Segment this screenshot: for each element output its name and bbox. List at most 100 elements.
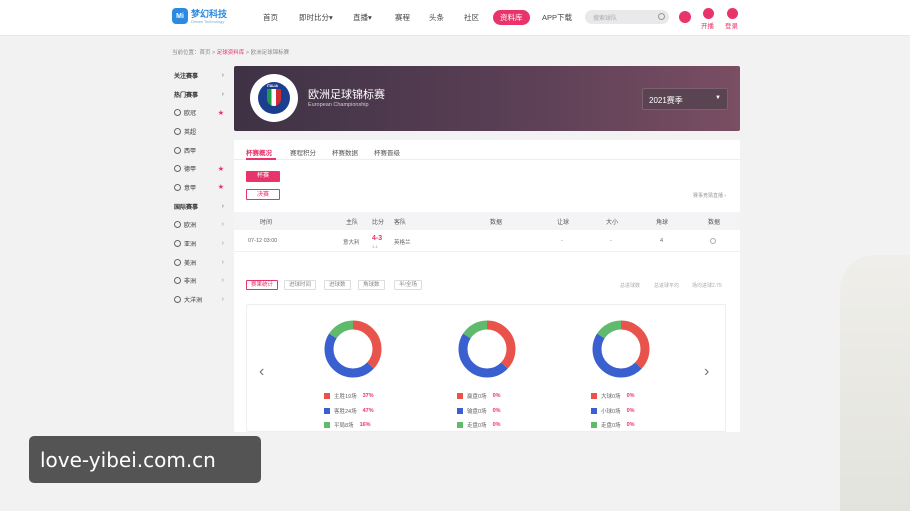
globe-icon [174,258,181,266]
chevron-right-icon: › [221,202,224,210]
legend-item: 主胜19场 37% [324,389,374,404]
result-legend: 主胜19场 37% 客胜24场 47% 平局8场 16% [324,389,374,433]
sidebar-item-europe[interactable]: 欧洲 › [168,216,228,235]
nav-live-score[interactable]: 即时比分▾ [299,12,333,23]
sidebar-item-followed[interactable]: 关注赛事 › [168,66,228,85]
login-link[interactable]: 登录 [725,20,738,30]
star-icon[interactable]: ★ [218,109,224,117]
go-live-link[interactable]: 开播 [701,20,714,30]
user-icon[interactable] [727,8,738,19]
nav-headlines[interactable]: 头条 [429,12,444,23]
stats-carousel: ‹ › 主胜19场 37% 客胜24场 47% 平局8场 16% 赢盘0场 0% 输盘0… [246,304,726,432]
league-logo-icon [174,127,181,135]
swatch-blue [324,407,330,414]
league-logo-icon [174,109,181,117]
watermark-text: love-yibei.com.cn [40,448,216,472]
nav-community[interactable]: 社区 [464,12,479,23]
stat-tab-ht-ft[interactable]: 半/全场 [394,280,423,290]
halftime-score: 1-1 [372,244,378,249]
stat-tab-goals[interactable]: 进球数 [324,280,351,290]
brand-name: 梦幻科技 [191,8,228,19]
sidebar-item-ucl[interactable]: 欧冠 ★ [168,103,228,122]
chevron-right-icon: › [221,296,224,304]
tab-schedule-standings[interactable]: 赛程积分 [290,147,316,157]
nav-database[interactable]: 资料库 [493,10,530,25]
league-logo-icon [174,183,181,191]
avg-goals-label: 总进球平均 [654,283,680,289]
background-player-image [840,255,910,511]
swatch-green [324,422,330,429]
active-tab-indicator [246,158,276,160]
away-team[interactable]: 英格兰 [394,238,411,246]
analysis-icon[interactable] [710,238,716,244]
home-team[interactable]: 意大利 [343,238,360,246]
breadcrumb-database-link[interactable]: 足球资料库 [217,50,245,56]
nav-home[interactable]: 首页 [263,12,278,23]
stat-tab-corners[interactable]: 角球数 [358,280,385,290]
nav-live[interactable]: 直播▾ [353,12,372,23]
tab-cup-stats[interactable]: 杯赛数据 [332,147,358,157]
sidebar-item-epl[interactable]: 英超 [168,122,228,141]
tab-cup-overview[interactable]: 杯赛概况 [246,147,272,157]
stage-cup-button[interactable]: 杯赛 [246,171,280,182]
carousel-prev-arrow-icon[interactable]: ‹ [259,363,264,381]
season-select[interactable]: 2021赛季 ▼ [642,88,728,110]
brand-subtitle: Dream Technology [191,18,225,24]
carousel-next-arrow-icon[interactable]: › [704,363,709,381]
globe-icon [174,221,181,229]
chevron-right-icon: › [221,240,224,248]
search-icon[interactable] [658,13,665,20]
over-under-legend: 大球0场 0% 小球0场 0% 走盘0场 0% [591,389,635,433]
chevron-right-icon: › [221,71,224,79]
over-under-donut-chart [592,320,650,378]
nav-app-download[interactable]: APP下载 [542,12,572,23]
top-navbar: Mi 梦幻科技 Dream Technology 首页 即时比分▾ 直播▾ 赛程… [0,0,910,36]
star-icon[interactable]: ★ [218,183,224,191]
table-row[interactable]: 07-12 03:00 意大利 4-3 1-1 英格兰 - - 4 [234,230,740,252]
sidebar-item-africa[interactable]: 非洲 › [168,272,228,291]
chevron-right-icon: › [221,90,224,98]
competition-subtitle: European Championship [308,102,369,108]
legend-item: 走盘0场 0% [591,418,635,433]
legend-item: 大球0场 0% [591,389,635,404]
stat-tab-goal-time[interactable]: 进球时间 [284,280,317,290]
watermark-banner: love-yibei.com.cn [29,436,261,483]
search-placeholder: 搜索球队 [593,16,618,22]
handicap-donut-chart [458,320,516,378]
tab-cup-advancement[interactable]: 杯赛晋级 [374,147,400,157]
sidebar-item-laliga[interactable]: 西甲 [168,141,228,160]
quiz-live-link[interactable]: 赛事竞猜直播 › [693,192,726,199]
sidebar-item-americas[interactable]: 美洲 › [168,253,228,272]
site-logo[interactable]: Mi 梦幻科技 Dream Technology [172,8,227,24]
logo-mark-icon: Mi [172,8,188,24]
league-logo-icon [174,165,181,173]
legend-item: 平局8场 16% [324,418,374,433]
chevron-right-icon: › [221,258,224,266]
star-icon[interactable]: ★ [218,165,224,173]
search-input[interactable]: 搜索球队 [585,10,669,24]
total-goals-label: 总进球数 [620,283,641,289]
stat-tab-results[interactable]: 赛果统计 [246,280,279,290]
sidebar-item-hot[interactable]: 热门赛事 › [168,85,228,104]
league-logo-icon [174,146,181,154]
sidebar-item-seriea[interactable]: 意甲 ★ [168,178,228,197]
stage-final-button[interactable]: 决赛 [246,189,280,200]
refresh-icon[interactable] [679,11,691,23]
result-donut-chart [324,320,382,378]
globe-icon [174,277,181,285]
corners-value: 4 [660,238,664,244]
chevron-right-icon: › [221,277,224,285]
sidebar-item-bundesliga[interactable]: 德甲 ★ [168,159,228,178]
sidebar-item-oceania[interactable]: 大洋洲 › [168,290,228,309]
match-time: 07-12 03:00 [248,238,278,244]
globe-icon [174,240,181,248]
legend-item: 小球0场 0% [591,404,635,419]
sidebar-item-international[interactable]: 国际赛事 › [168,197,228,216]
sidebar-item-asia[interactable]: 亚洲 › [168,234,228,253]
broadcast-icon[interactable] [703,8,714,19]
nav-schedule[interactable]: 赛程 [395,12,410,23]
match-score[interactable]: 4-3 [372,235,382,242]
main-panel: 杯赛概况 赛程积分 杯赛数据 杯赛晋级 杯赛 决赛 赛事竞猜直播 › 时间 主队… [234,140,740,432]
handicap-value: - [561,238,563,244]
chevron-right-icon: › [221,221,224,229]
